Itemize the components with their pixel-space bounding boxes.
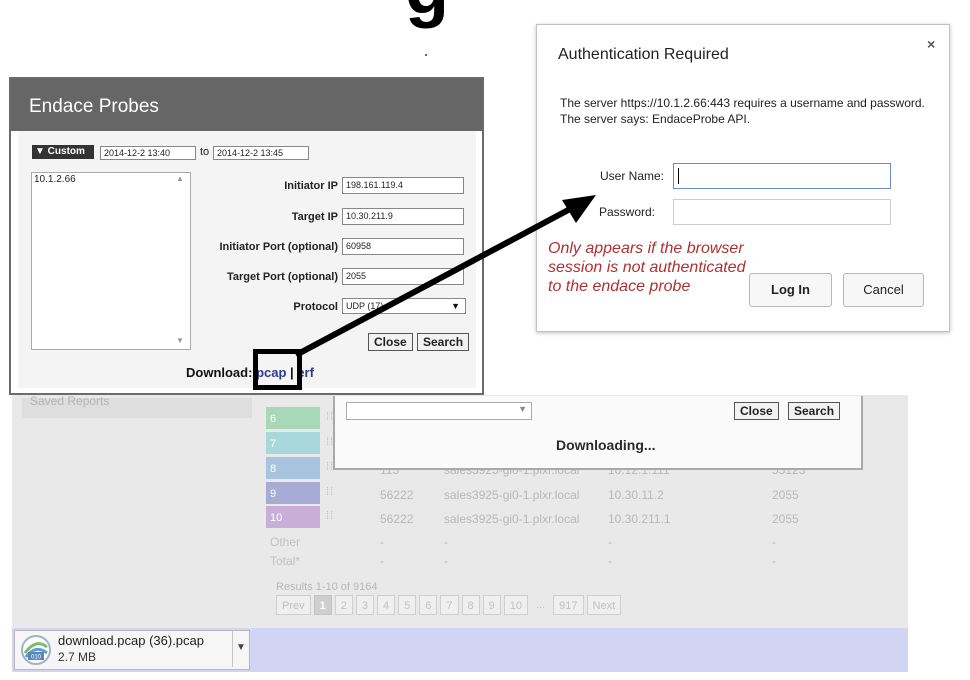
cell-target-port: 2055 [772, 488, 799, 502]
pager-page-7[interactable]: 7 [440, 595, 459, 615]
close-button[interactable]: Close [368, 333, 413, 351]
total-dash-4: - [772, 554, 776, 568]
initiator-port-label: Initiator Port (optional) [219, 241, 338, 253]
chevron-down-icon: ▼ [518, 404, 527, 414]
other-dash-4: - [772, 535, 776, 549]
drag-handle-icon[interactable]: ⁞⁞ [326, 486, 334, 498]
downloading-status: Downloading... [556, 437, 656, 453]
cancel-button[interactable]: Cancel [843, 273, 924, 307]
search-button[interactable]: Search [417, 333, 470, 351]
pager-page-1[interactable]: 1 [313, 595, 332, 615]
to-label: to [200, 146, 210, 158]
table-row-total: Total* - - - - [266, 548, 908, 572]
pager-ellipsis[interactable]: ... [531, 595, 550, 615]
pager-next-button[interactable]: Next [586, 595, 622, 615]
initiator-ip-input[interactable]: 198.161.119.4 [342, 177, 464, 194]
total-dash-1: - [380, 554, 384, 568]
protocol-select[interactable]: UDP (17) ▼ [342, 298, 466, 314]
target-ip-input[interactable]: 10.30.211.9 [342, 208, 464, 225]
to-datetime-input[interactable]: 2014-12-2 13:45 [213, 146, 309, 160]
cell-ip: 10.30.11.2 [608, 488, 664, 502]
download-filename: download.pcap (36).pcap [58, 633, 204, 648]
auth-message: The server https://10.1.2.66:443 require… [560, 96, 925, 126]
cell-ip: 10.30.211.1 [608, 512, 671, 526]
row-number: 9 [266, 482, 320, 504]
pager-page-8[interactable]: 8 [461, 595, 480, 615]
chevron-down-icon[interactable]: ▼ [236, 642, 246, 653]
pager-page-6[interactable]: 6 [419, 595, 438, 615]
pager-page-2[interactable]: 2 [334, 595, 353, 615]
cell-port: 56222 [380, 512, 414, 526]
probe-select-dropdown[interactable]: ▼ [346, 402, 532, 420]
row-number: 6 [266, 407, 320, 429]
other-dash-3: - [608, 535, 612, 549]
auth-dialog-title: Authentication Required [558, 46, 729, 63]
pcap-highlight-box [253, 349, 302, 390]
target-port-label: Target Port (optional) [226, 271, 338, 283]
scroll-down-icon[interactable]: ▼ [176, 336, 184, 345]
pager-prev-button[interactable]: Prev [276, 595, 311, 615]
row-number: 10 [266, 506, 320, 528]
password-label: Password: [598, 205, 655, 219]
other-label: Other [270, 535, 301, 549]
close-icon[interactable]: × [927, 36, 935, 52]
initiator-port-input[interactable]: 60958 [342, 238, 464, 255]
target-ip-label: Target IP [291, 211, 338, 223]
endace-dialog-title: Endace Probes [29, 96, 159, 117]
target-port-input[interactable]: 2055 [342, 268, 464, 285]
pager-page-4[interactable]: 4 [377, 595, 396, 615]
row-number: 7 [266, 432, 320, 454]
chevron-down-icon: ▼ [451, 301, 460, 311]
probe-list[interactable] [31, 172, 191, 350]
page-title-fragment: g [405, 0, 449, 30]
download-size: 2.7 MB [58, 650, 97, 664]
stray-dot [425, 54, 427, 56]
row-number: 8 [266, 457, 320, 479]
pager-page-3[interactable]: 3 [355, 595, 374, 615]
pcap-file-icon: 010 [20, 634, 52, 666]
custom-range-toggle[interactable]: ▼ Custom [32, 145, 94, 159]
other-dash-1: - [380, 535, 384, 549]
table-row[interactable]: 10 ⁞⁞ 56222 sales3925-gi0-1.plxr.local 10.30… [266, 506, 908, 530]
total-dash-2: - [444, 554, 448, 568]
pager-page-9[interactable]: 9 [482, 595, 501, 615]
probe-list-item[interactable]: 10.1.2.66 [34, 174, 76, 185]
protocol-value: UDP (17) [346, 301, 384, 311]
total-label: Total* [270, 554, 301, 568]
table-row[interactable]: 9 ⁞⁞ 56222 sales3925-gi0-1.plxr.local 10.30.… [266, 482, 908, 506]
pagination: Prev 1 2 3 4 5 6 7 8 9 10... 917 Next [276, 595, 624, 617]
cell-host: sales3925-gi0-1.plxr.local [444, 488, 580, 502]
download-label: Download: [186, 365, 253, 380]
close-button-background[interactable]: Close [734, 402, 779, 420]
login-button[interactable]: Log In [749, 273, 832, 307]
svg-text:010: 010 [31, 655, 42, 661]
initiator-ip-label: Initiator IP [284, 180, 338, 192]
sidebar-item-saved-reports[interactable]: Saved Reports [22, 394, 252, 418]
search-button-background[interactable]: Search [788, 402, 841, 420]
cell-target-port: 2055 [772, 512, 799, 526]
username-field[interactable] [673, 163, 891, 189]
total-dash-3: - [608, 554, 612, 568]
pager-page-5[interactable]: 5 [398, 595, 417, 615]
protocol-label: Protocol [293, 301, 338, 313]
download-item-divider [232, 631, 233, 667]
from-datetime-input[interactable]: 2014-12-2 13:40 [100, 146, 196, 160]
drag-handle-icon[interactable]: ⁞⁞ [326, 510, 334, 522]
password-field[interactable] [673, 199, 891, 225]
annotation-note: Only appears if the browser session is n… [548, 240, 746, 295]
results-count: Results 1-10 of 9164 [276, 581, 378, 593]
text-caret [678, 168, 679, 184]
cell-host: sales3925-gi0-1.plxr.local [444, 512, 580, 526]
username-label: User Name: [599, 169, 664, 183]
other-dash-2: - [444, 535, 448, 549]
cell-port: 56222 [380, 488, 414, 502]
pager-page-10[interactable]: 10 [503, 595, 528, 615]
pager-page-last[interactable]: 917 [553, 595, 584, 615]
